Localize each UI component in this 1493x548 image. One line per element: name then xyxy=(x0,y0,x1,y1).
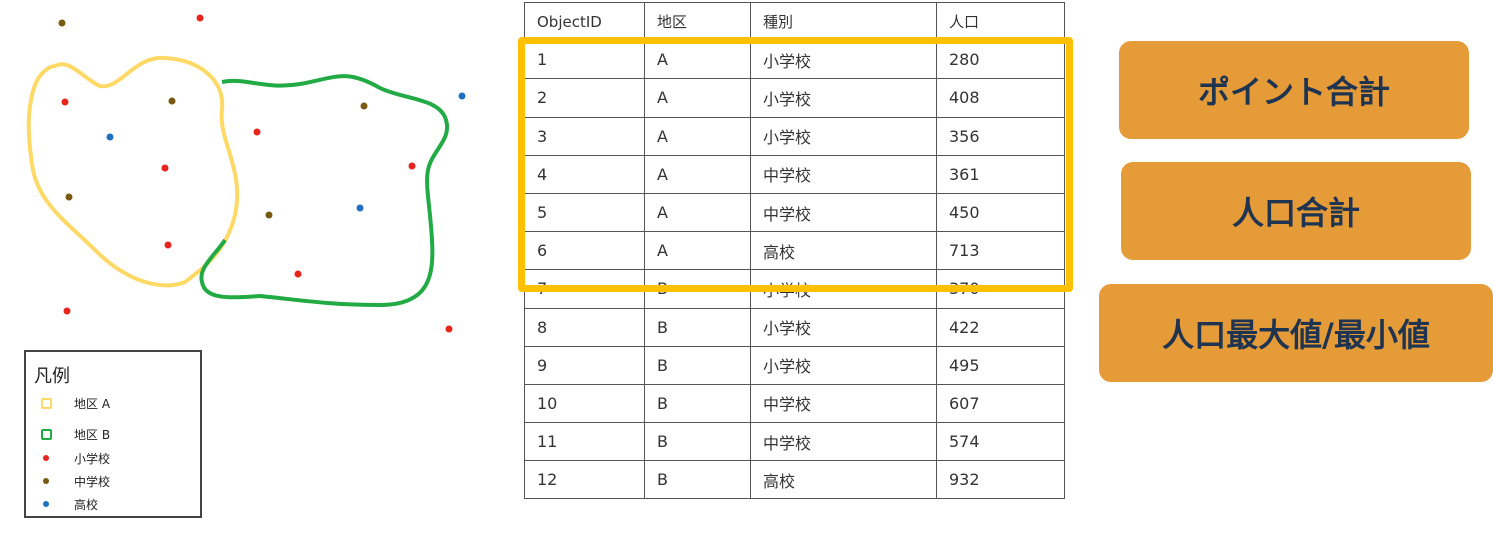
cell-district: B xyxy=(644,307,751,347)
junior-high-point xyxy=(58,19,66,27)
area-a-swatch-icon xyxy=(40,397,52,409)
legend-label: 小学校 xyxy=(74,451,111,466)
table-row: 11 B 中学校 574 xyxy=(524,422,1065,462)
elementary-point xyxy=(164,241,172,249)
legend-title: 凡例 xyxy=(34,366,70,387)
cell-type: 中学校 xyxy=(750,422,937,462)
cell-district: B xyxy=(644,422,751,462)
high-school-point xyxy=(106,133,114,141)
area-b-swatch-icon xyxy=(40,428,52,440)
cell-type: 小学校 xyxy=(750,345,937,385)
elementary-point xyxy=(445,325,453,333)
elementary-point xyxy=(61,98,69,106)
header-type: 種別 xyxy=(750,1,937,42)
elementary-point xyxy=(161,164,169,172)
cell-population: 574 xyxy=(936,422,1065,462)
cell-objectid: 11 xyxy=(524,422,645,462)
cell-district: B xyxy=(644,383,751,424)
junior-high-dot-icon xyxy=(43,478,49,484)
cell-district: B xyxy=(644,345,751,385)
map-legend: 凡例 地区 A 地区 B 小学校 中学校 高校 xyxy=(24,350,202,518)
cell-district: B xyxy=(644,460,751,500)
legend-label: 地区 A xyxy=(74,396,111,411)
header-objectid: ObjectID xyxy=(524,1,645,42)
area-a-selection-highlight xyxy=(518,37,1073,292)
cell-population: 495 xyxy=(936,345,1065,385)
cell-objectid: 12 xyxy=(524,460,645,500)
legend-label: 高校 xyxy=(74,497,99,512)
cell-population: 932 xyxy=(936,460,1065,500)
legend-label: 中学校 xyxy=(74,474,111,489)
cell-population: 422 xyxy=(936,307,1065,347)
cell-type: 高校 xyxy=(750,460,937,500)
population-total-button[interactable]: 人口合計 xyxy=(1121,162,1471,260)
cell-population: 607 xyxy=(936,383,1065,424)
legend-item-elementary: 小学校 xyxy=(36,449,110,467)
elementary-point xyxy=(63,307,71,315)
population-max-min-button[interactable]: 人口最大値/最小値 xyxy=(1099,284,1493,382)
legend-item-junior-high: 中学校 xyxy=(36,472,110,490)
header-population: 人口 xyxy=(936,1,1065,42)
cell-objectid: 8 xyxy=(524,307,645,347)
table-row: 8 B 小学校 422 xyxy=(524,307,1065,347)
junior-high-point xyxy=(168,97,176,105)
elementary-school-dot-icon xyxy=(43,455,49,461)
elementary-point xyxy=(196,14,204,22)
legend-item-area-a: 地区 A xyxy=(36,394,110,412)
high-school-point xyxy=(356,204,364,212)
junior-high-point xyxy=(65,193,73,201)
high-school-dot-icon xyxy=(43,501,49,507)
table-row: 9 B 小学校 495 xyxy=(524,345,1065,385)
point-total-button[interactable]: ポイント合計 xyxy=(1119,41,1469,139)
legend-item-high-school: 高校 xyxy=(36,495,98,513)
table-row: 10 B 中学校 607 xyxy=(524,383,1065,424)
table-row: 12 B 高校 932 xyxy=(524,460,1065,500)
cell-type: 中学校 xyxy=(750,383,937,424)
junior-high-point xyxy=(265,211,273,219)
cell-objectid: 10 xyxy=(524,383,645,424)
cell-type: 小学校 xyxy=(750,307,937,347)
elementary-point xyxy=(294,270,302,278)
legend-label: 地区 B xyxy=(74,427,111,442)
cell-objectid: 9 xyxy=(524,345,645,385)
header-district: 地区 xyxy=(644,1,751,42)
junior-high-point xyxy=(360,102,368,110)
elementary-point xyxy=(408,162,416,170)
high-school-point xyxy=(458,92,466,100)
legend-item-area-b: 地区 B xyxy=(36,425,110,443)
table-header-row: ObjectID 地区 種別 人口 xyxy=(524,1,1065,42)
area-a-boundary xyxy=(26,55,240,288)
elementary-point xyxy=(253,128,261,136)
